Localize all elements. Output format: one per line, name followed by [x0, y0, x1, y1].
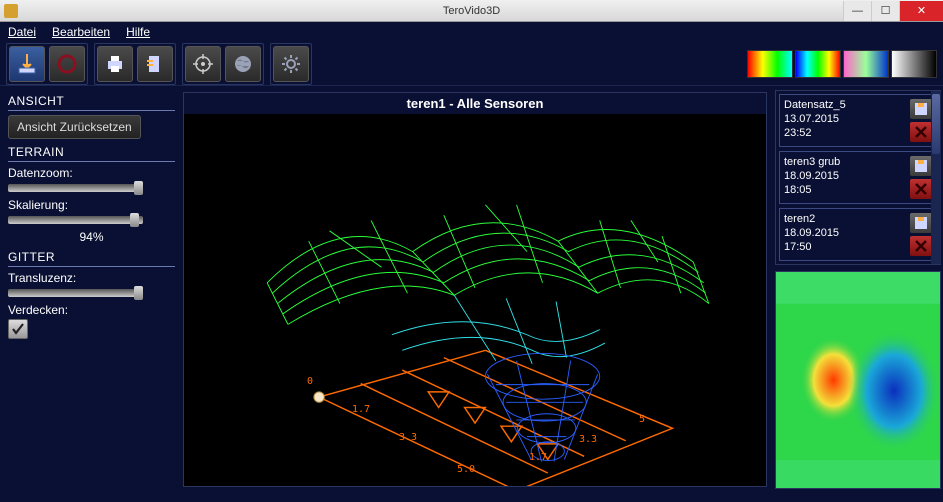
file-icon [143, 52, 167, 76]
delete-icon [915, 240, 927, 252]
skalierung-label: Skalierung: [8, 198, 175, 212]
axis-label: 1.7 [352, 404, 370, 415]
right-panel: Datensatz_5 13.07.2015 23:52 teren3 grub… [773, 86, 943, 497]
axis-origin: 0 [307, 376, 313, 387]
dataset-date: 18.09.2015 [784, 227, 839, 239]
globe-button[interactable] [225, 46, 261, 82]
dataset-date: 13.07.2015 [784, 113, 846, 125]
verdecken-label: Verdecken: [8, 303, 175, 317]
dataset-save-button[interactable] [910, 99, 932, 119]
verdecken-checkbox[interactable] [8, 319, 28, 339]
app-icon [4, 4, 18, 18]
maximize-button[interactable]: ☐ [871, 1, 899, 21]
toolbar [0, 42, 943, 86]
reset-view-button[interactable]: Ansicht Zurücksetzen [8, 115, 141, 139]
check-icon [11, 322, 25, 336]
delete-icon [915, 183, 927, 195]
gradient-pink-green-blue[interactable] [843, 50, 889, 78]
window-title: TeroVido3D [443, 5, 500, 17]
dataset-delete-button[interactable] [910, 236, 932, 256]
dataset-list: Datensatz_5 13.07.2015 23:52 teren3 grub… [775, 90, 941, 265]
dataset-delete-button[interactable] [910, 122, 932, 142]
dataset-time: 23:52 [784, 127, 846, 139]
save-icon [914, 216, 928, 230]
dataset-scrollbar[interactable] [931, 91, 941, 264]
axis-label: 5.0 [457, 464, 475, 475]
viewport: teren1 - Alle Sensoren [183, 92, 767, 487]
datenzoom-label: Datenzoom: [8, 166, 175, 180]
axis-label: 5 [639, 414, 645, 425]
save-icon [914, 102, 928, 116]
transluzenz-slider[interactable] [8, 287, 143, 299]
delete-icon [915, 126, 927, 138]
crosshair-button[interactable] [185, 46, 221, 82]
dataset-name: teren3 grub [784, 156, 840, 168]
scrollbar-thumb[interactable] [932, 94, 940, 154]
terrain-header: TERRAIN [8, 145, 175, 162]
titlebar: TeroVido3D — ☐ ✕ [0, 0, 943, 22]
dataset-name: Datensatz_5 [784, 99, 846, 111]
datenzoom-slider[interactable] [8, 182, 143, 194]
viewport-canvas[interactable]: 0 1.7 3.3 5.0 1.7 3.3 5 [184, 114, 766, 487]
dataset-save-button[interactable] [910, 213, 932, 233]
dataset-date: 18.09.2015 [784, 170, 840, 182]
gitter-header: GITTER [8, 250, 175, 267]
menubar: Datei Bearbeiten Hilfe [0, 22, 943, 42]
save-icon [15, 52, 39, 76]
axis-label: 3.3 [579, 434, 597, 445]
axis-label: 1.7 [529, 452, 547, 463]
dataset-time: 18:05 [784, 184, 840, 196]
gradient-rainbow-warm[interactable] [747, 50, 793, 78]
menu-bearbeiten[interactable]: Bearbeiten [52, 25, 110, 39]
gradient-grayscale[interactable] [891, 50, 937, 78]
skalierung-value: 94% [8, 230, 175, 244]
minimize-button[interactable]: — [843, 1, 871, 21]
axis-label: 3.3 [399, 432, 417, 443]
dataset-item[interactable]: teren3 grub 18.09.2015 18:05 [779, 151, 937, 204]
record-button[interactable] [49, 46, 85, 82]
dataset-delete-button[interactable] [910, 179, 932, 199]
dataset-save-button[interactable] [910, 156, 932, 176]
heatmap-preview[interactable] [775, 271, 941, 489]
dataset-time: 17:50 [784, 241, 839, 253]
color-gradient-picker [747, 50, 937, 78]
globe-icon [231, 52, 255, 76]
record-icon [55, 52, 79, 76]
save-icon [914, 159, 928, 173]
settings-button[interactable] [273, 46, 309, 82]
gradient-rainbow-cool[interactable] [795, 50, 841, 78]
ansicht-header: ANSICHT [8, 94, 175, 111]
dataset-name: teren2 [784, 213, 839, 225]
viewport-title: teren1 - Alle Sensoren [184, 93, 766, 114]
menu-hilfe[interactable]: Hilfe [126, 25, 150, 39]
close-button[interactable]: ✕ [899, 1, 943, 21]
dataset-item[interactable]: Datensatz_5 13.07.2015 23:52 [779, 94, 937, 147]
heatmap-image [776, 272, 940, 488]
menu-datei[interactable]: Datei [8, 25, 36, 39]
print-icon [103, 52, 127, 76]
file-button[interactable] [137, 46, 173, 82]
print-button[interactable] [97, 46, 133, 82]
transluzenz-label: Transluzenz: [8, 271, 175, 285]
left-panel: ANSICHT Ansicht Zurücksetzen TERRAIN Dat… [0, 86, 183, 497]
crosshair-icon [191, 52, 215, 76]
save-button[interactable] [9, 46, 45, 82]
dataset-item[interactable]: teren2 18.09.2015 17:50 [779, 208, 937, 261]
terrain-render [184, 114, 766, 487]
gear-icon [279, 52, 303, 76]
skalierung-slider[interactable] [8, 214, 143, 226]
